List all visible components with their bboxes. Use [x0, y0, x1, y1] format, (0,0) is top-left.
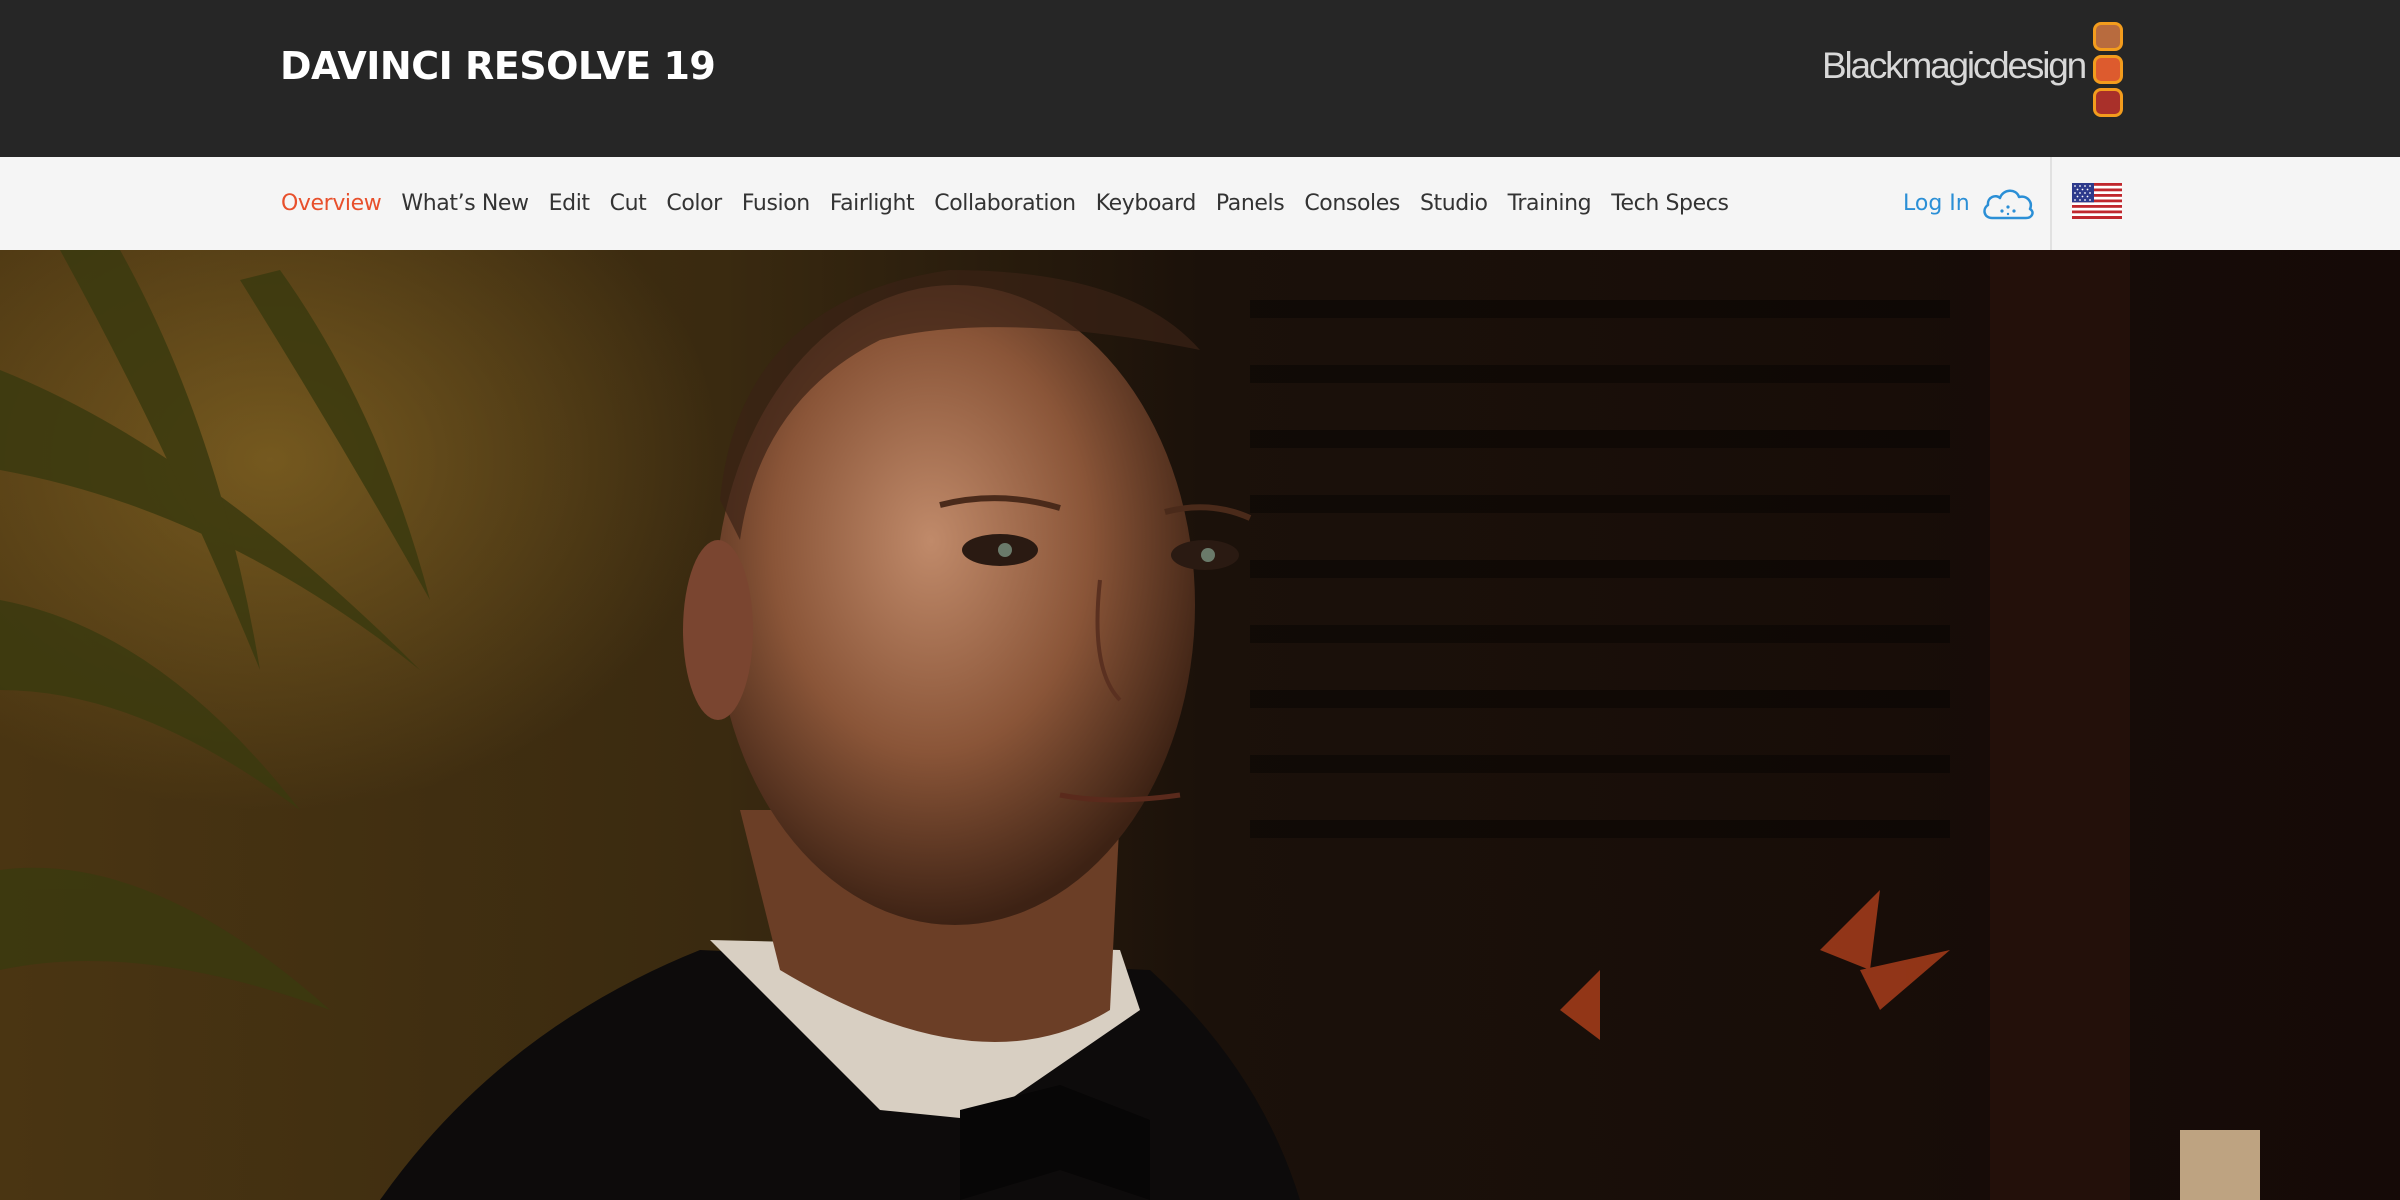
nav-list: Overview What’s New Edit Cut Color Fusio… [281, 157, 1749, 250]
brand-mark-icon [2093, 22, 2123, 117]
nav-item-fairlight[interactable]: Fairlight [830, 191, 915, 216]
brand-square-1 [2093, 22, 2123, 51]
brand-name: Blackmagicdesign [1821, 45, 2087, 86]
nav-item-consoles[interactable]: Consoles [1304, 191, 1400, 216]
nav-item-overview[interactable]: Overview [281, 191, 382, 216]
nav-item-fusion[interactable]: Fusion [742, 191, 810, 216]
us-flag-icon[interactable] [2072, 183, 2122, 219]
nav-item-color[interactable]: Color [666, 191, 722, 216]
brand-square-2 [2093, 55, 2123, 84]
nav-item-whats-new[interactable]: What’s New [401, 191, 529, 216]
nav-item-studio[interactable]: Studio [1420, 191, 1488, 216]
hero-image [0, 250, 2400, 1200]
site-header: DAVINCI RESOLVE 19 Blackmagicdesign [0, 0, 2400, 157]
nav-item-keyboard[interactable]: Keyboard [1096, 191, 1197, 216]
nav-divider [2050, 157, 2052, 250]
nav-item-tech-specs[interactable]: Tech Specs [1611, 191, 1729, 216]
product-nav: Overview What’s New Edit Cut Color Fusio… [0, 157, 2400, 250]
brand-square-3 [2093, 88, 2123, 117]
nav-item-collaboration[interactable]: Collaboration [934, 191, 1076, 216]
hero-photo [0, 250, 2400, 1200]
login-button[interactable]: Log In [1903, 157, 2036, 250]
nav-item-cut[interactable]: Cut [610, 191, 647, 216]
cloud-icon [1983, 189, 2034, 219]
nav-item-training[interactable]: Training [1508, 191, 1592, 216]
product-title[interactable]: DAVINCI RESOLVE 19 [280, 44, 716, 88]
nav-item-panels[interactable]: Panels [1216, 191, 1285, 216]
brand-logo[interactable]: Blackmagicdesign [1822, 22, 2123, 120]
nav-item-edit[interactable]: Edit [549, 191, 590, 216]
login-label: Log In [1903, 191, 1970, 216]
